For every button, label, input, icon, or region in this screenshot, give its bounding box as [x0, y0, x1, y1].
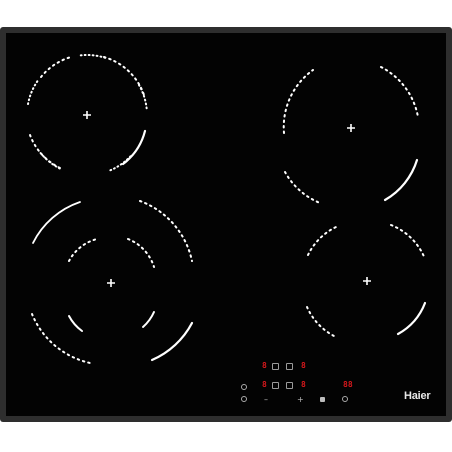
info-icon[interactable]	[241, 396, 247, 402]
crosshair-icon	[347, 124, 355, 132]
zone-bottom-left[interactable]	[31, 200, 194, 364]
timer-display: 88	[343, 380, 353, 389]
cooktop-frame: 8 8 8 8 88 – + Haier	[0, 27, 452, 422]
zone-select-button-3[interactable]	[272, 382, 279, 389]
zone-display-4: 8	[301, 380, 306, 389]
crosshair-icon	[107, 279, 115, 287]
zone-select-button-2[interactable]	[286, 363, 293, 370]
plus-button[interactable]: +	[297, 396, 304, 404]
zone-top-right[interactable]	[282, 66, 419, 204]
zone-display-1: 8	[262, 361, 267, 370]
zone-select-button-1[interactable]	[272, 363, 279, 370]
crosshair-icon	[83, 111, 91, 119]
crosshair-icon	[363, 277, 371, 285]
brand-logo: Haier	[404, 390, 431, 402]
timer-icon[interactable]	[342, 396, 348, 402]
minus-button[interactable]: –	[264, 396, 268, 404]
cooking-zones	[26, 54, 427, 364]
lock-icon[interactable]	[320, 397, 325, 402]
zone-display-2: 8	[301, 361, 306, 370]
power-icon[interactable]	[241, 384, 247, 390]
zone-select-button-4[interactable]	[286, 382, 293, 389]
zone-display-3: 8	[262, 380, 267, 389]
